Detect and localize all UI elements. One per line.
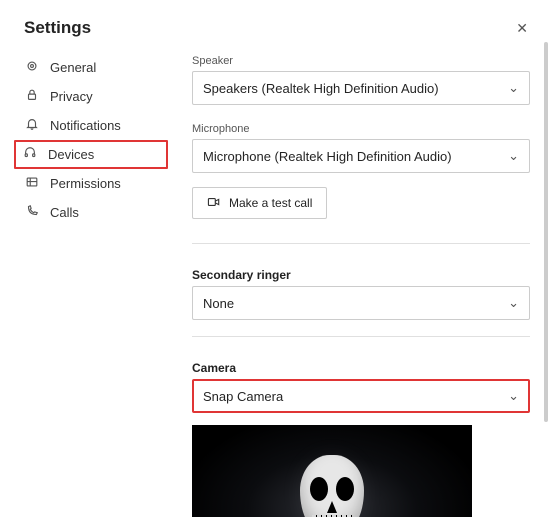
page-title: Settings — [24, 18, 91, 38]
sidebar-item-devices[interactable]: Devices — [14, 140, 168, 169]
sidebar-item-permissions[interactable]: Permissions — [16, 169, 166, 198]
chevron-down-icon: ⌄ — [508, 295, 519, 311]
microphone-select[interactable]: Microphone (Realtek High Definition Audi… — [192, 139, 530, 173]
preview-image — [300, 455, 364, 517]
sidebar-item-privacy[interactable]: Privacy — [16, 82, 166, 111]
test-call-label: Make a test call — [229, 196, 312, 210]
sidebar-item-label: Devices — [48, 147, 94, 162]
chevron-down-icon: ⌄ — [508, 80, 519, 96]
secondary-ringer-label: Secondary ringer — [192, 268, 530, 282]
sidebar-item-label: Privacy — [50, 89, 93, 104]
speaker-value: Speakers (Realtek High Definition Audio) — [203, 81, 439, 96]
permissions-icon — [24, 175, 40, 192]
sidebar-item-notifications[interactable]: Notifications — [16, 111, 166, 140]
sidebar-item-general[interactable]: General — [16, 53, 166, 82]
camera-preview: Preview — [192, 425, 472, 517]
speaker-label: Speaker — [192, 55, 530, 67]
camera-select[interactable]: Snap Camera ⌄ — [192, 379, 530, 413]
chevron-down-icon: ⌄ — [508, 148, 519, 164]
bell-icon — [24, 117, 40, 134]
microphone-value: Microphone (Realtek High Definition Audi… — [203, 149, 452, 164]
close-button[interactable]: ✕ — [514, 18, 530, 39]
scrollbar[interactable] — [544, 42, 548, 422]
sidebar-item-calls[interactable]: Calls — [16, 198, 166, 227]
sidebar-item-label: General — [50, 60, 96, 75]
video-call-icon — [207, 195, 221, 211]
microphone-label: Microphone — [192, 123, 530, 135]
camera-label: Camera — [192, 361, 530, 375]
divider — [192, 243, 530, 244]
sidebar-item-label: Notifications — [50, 118, 121, 133]
secondary-ringer-select[interactable]: None ⌄ — [192, 286, 530, 320]
sidebar: General Privacy Notifications Devices Pe… — [0, 47, 174, 517]
camera-value: Snap Camera — [203, 389, 283, 404]
lock-icon — [24, 88, 40, 105]
headset-icon — [22, 146, 38, 163]
sidebar-item-label: Permissions — [50, 176, 121, 191]
close-icon: ✕ — [516, 20, 528, 36]
secondary-ringer-value: None — [203, 296, 234, 311]
gear-icon — [24, 59, 40, 76]
settings-content: Speaker Speakers (Realtek High Definitio… — [174, 47, 550, 517]
phone-icon — [24, 204, 40, 221]
divider — [192, 336, 530, 337]
sidebar-item-label: Calls — [50, 205, 79, 220]
test-call-button[interactable]: Make a test call — [192, 187, 327, 219]
speaker-select[interactable]: Speakers (Realtek High Definition Audio)… — [192, 71, 530, 105]
chevron-down-icon: ⌄ — [508, 388, 519, 404]
